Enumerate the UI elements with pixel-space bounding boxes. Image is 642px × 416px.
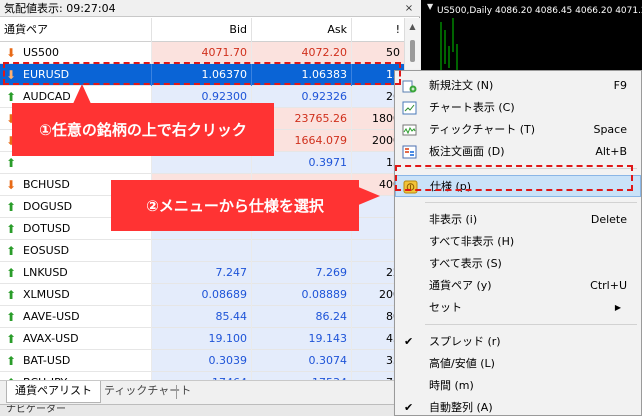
ask-cell: 7.269: [252, 262, 352, 284]
highlight-spec-menu-item: [395, 165, 633, 191]
ask-cell: 86.24: [252, 306, 352, 328]
bid-cell: 19.100: [152, 328, 252, 350]
submenu-arrow-icon: ▶: [614, 303, 621, 312]
table-row[interactable]: ⬆ XLMUSD 0.08689 0.08889 200: [0, 284, 404, 306]
tab-tick-chart[interactable]: ティックチャート: [96, 381, 199, 403]
menu-item[interactable]: 板注文画面 (D) Alt+B: [395, 141, 641, 163]
context-menu: 新規注文 (N) F9 チャート表示 (C) ティックチャート (T) Space 板注文…: [394, 70, 642, 416]
menu-item-label: セット: [429, 301, 462, 314]
market-watch-title-bar: 気配値表示: 09:27:04 ×: [0, 0, 420, 17]
callout-2-pointer: [356, 186, 380, 206]
column-header-bid[interactable]: Bid: [152, 18, 252, 42]
chart-title: US500,Daily 4086.20 4086.45 4066.20 4071…: [437, 6, 642, 16]
symbol-name-cell: XLMUSD: [0, 284, 152, 306]
scroll-up-icon[interactable]: ▲: [405, 20, 420, 34]
grid-header: 通貨ペア Bid Ask !: [0, 18, 404, 42]
screenshot-root: 気配値表示: 09:27:04 × 通貨ペア Bid Ask ! ⬇ US500 4…: [0, 0, 642, 416]
table-row[interactable]: ⬆ AAVE-USD 85.44 86.24 80: [0, 306, 404, 328]
spread-cell: 50: [386, 46, 400, 59]
symbol-name-cell: EOSUSD: [0, 240, 152, 262]
tab-divider: [176, 385, 177, 399]
menu-item[interactable]: ✔ スプレッド (r): [395, 331, 641, 353]
ask-cell: [252, 240, 352, 262]
market-watch-title: 気配値表示: 09:27:04: [4, 2, 116, 15]
menu-item-label: スプレッド (r): [429, 335, 501, 348]
menu-item-label: 通貨ペア (y): [429, 279, 492, 292]
navigator-title: ナビゲーター: [6, 404, 66, 415]
menu-item-shortcut: Delete: [590, 213, 627, 226]
menu-item[interactable]: 新規注文 (N) F9: [395, 75, 641, 97]
table-row[interactable]: ⬆ EOSUSD: [0, 240, 404, 262]
table-row[interactable]: ⬆ AVAX-USD 19.100 19.143 43: [0, 328, 404, 350]
menu-separator: [425, 202, 637, 203]
menu-item[interactable]: すべて表示 (S): [395, 253, 641, 275]
chart-window-icon: [402, 101, 417, 115]
tick-chart-icon: [402, 123, 417, 137]
menu-item-label: 板注文画面 (D): [429, 145, 505, 158]
menu-item[interactable]: ✔ 自動整列 (A): [395, 397, 641, 416]
scrollbar-thumb[interactable]: [410, 40, 415, 62]
ask-cell: 19.143: [252, 328, 352, 350]
close-icon[interactable]: ×: [402, 0, 416, 17]
menu-item-label: チャート表示 (C): [429, 101, 515, 114]
ask-cell: 0.3074: [252, 350, 352, 372]
checkmark-icon: ✔: [404, 401, 414, 414]
symbol-name-cell: LNKUSD: [0, 262, 152, 284]
symbol-name-cell: AAVE-USD: [0, 306, 152, 328]
menu-separator: [425, 324, 637, 325]
menu-item[interactable]: チャート表示 (C): [395, 97, 641, 119]
menu-item-label: 非表示 (i): [429, 213, 478, 226]
menu-item[interactable]: 高値/安値 (L): [395, 353, 641, 375]
column-header-ask[interactable]: Ask: [252, 18, 352, 42]
checkmark-icon: ✔: [404, 335, 414, 348]
symbol-name-cell: BCH-JPY: [0, 372, 152, 380]
menu-item-label: 新規注文 (N): [429, 79, 494, 92]
ask-cell: 0.08889: [252, 284, 352, 306]
menu-item[interactable]: セット ▶: [395, 297, 641, 319]
menu-item-shortcut: Alt+B: [595, 145, 627, 158]
callout-step-2: ②メニューから仕様を選択: [111, 180, 359, 231]
tab-symbols[interactable]: 通貨ペアリスト: [6, 381, 101, 403]
ask-cell: 4072.20: [252, 42, 352, 64]
column-header-spread[interactable]: !: [352, 18, 404, 42]
menu-item-label: 自動整列 (A): [429, 401, 493, 414]
bid-cell: 17464: [152, 372, 252, 380]
column-header-symbol[interactable]: 通貨ペア: [0, 18, 152, 42]
table-row[interactable]: ⬆ BAT-USD 0.3039 0.3074 35: [0, 350, 404, 372]
menu-item-shortcut: Space: [593, 123, 627, 136]
menu-item-shortcut: F9: [613, 79, 627, 92]
menu-item-label: 高値/安値 (L): [429, 357, 495, 370]
menu-item-label: すべて非表示 (H): [429, 235, 515, 248]
bid-cell: 7.247: [152, 262, 252, 284]
menu-item[interactable]: 時間 (m): [395, 375, 641, 397]
menu-item-label: ティックチャート (T): [429, 123, 536, 136]
table-row[interactable]: ⬆BCH-JPY174641753470: [0, 372, 404, 380]
navigator-title-bar: ナビゲーター: [0, 404, 420, 416]
callout-step-1: ①任意の銘柄の上で右クリック: [12, 103, 274, 156]
bid-cell: 0.08689: [152, 284, 252, 306]
menu-item-label: すべて表示 (S): [429, 257, 502, 270]
symbol-name-cell: US500: [0, 42, 152, 64]
chart-menu-icon[interactable]: ▼: [427, 2, 433, 11]
menu-item[interactable]: 通貨ペア (y) Ctrl+U: [395, 275, 641, 297]
menu-item[interactable]: 非表示 (i) Delete: [395, 209, 641, 231]
symbol-name-cell: BAT-USD: [0, 350, 152, 372]
symbol-name-cell: AVAX-USD: [0, 328, 152, 350]
menu-item-shortcut: Ctrl+U: [590, 279, 627, 292]
bid-cell: 0.3039: [152, 350, 252, 372]
ask-cell: 17534: [252, 372, 352, 380]
table-row[interactable]: ⬆ LNKUSD 7.247 7.269 22: [0, 262, 404, 284]
new-order-icon: [402, 79, 417, 93]
menu-item[interactable]: ティックチャート (T) Space: [395, 119, 641, 141]
highlight-eurusd-row: [3, 62, 401, 85]
menu-item[interactable]: すべて非表示 (H): [395, 231, 641, 253]
bid-cell: [152, 240, 252, 262]
menu-item-label: 時間 (m): [429, 379, 474, 392]
bid-cell: 4071.70: [152, 42, 252, 64]
market-watch-tabs: 通貨ペアリスト ティックチャート: [0, 380, 420, 404]
bid-cell: 85.44: [152, 306, 252, 328]
table-row[interactable]: ⬇ US500 4071.70 4072.20 50: [0, 42, 404, 64]
depth-of-market-icon: [402, 145, 417, 159]
